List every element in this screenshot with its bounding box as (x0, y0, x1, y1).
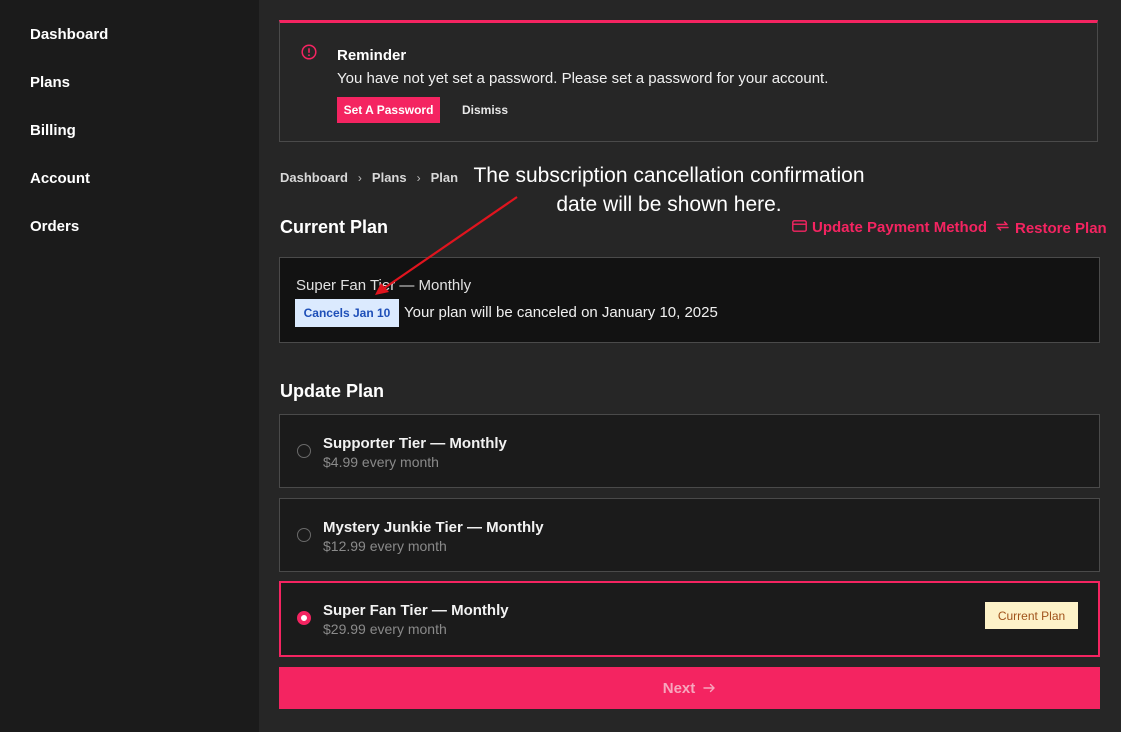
breadcrumb-plan[interactable]: Plan (431, 170, 458, 185)
credit-card-icon (792, 219, 812, 236)
breadcrumb-dashboard[interactable]: Dashboard (280, 170, 348, 185)
plan-option-super-fan[interactable]: Super Fan Tier — Monthly $29.99 every mo… (279, 581, 1100, 657)
restore-plan-link[interactable]: Restore Plan (995, 219, 1107, 237)
restore-plan-label: Restore Plan (1015, 219, 1107, 237)
sidebar-item-account[interactable]: Account (30, 170, 90, 187)
reminder-message: You have not yet set a password. Please … (337, 70, 829, 87)
cancel-message: Your plan will be canceled on January 10… (404, 304, 718, 321)
plan-option-mystery-junkie[interactable]: Mystery Junkie Tier — Monthly $12.99 eve… (279, 498, 1100, 572)
plan-option-name: Mystery Junkie Tier — Monthly (323, 519, 544, 536)
update-payment-method-link[interactable]: Update Payment Method (792, 219, 987, 236)
breadcrumb-plans[interactable]: Plans (372, 170, 407, 185)
info-circle-icon (301, 44, 317, 60)
plan-option-name: Supporter Tier — Monthly (323, 435, 507, 452)
radio-button[interactable] (297, 444, 311, 458)
breadcrumb: Dashboard › Plans › Plan (280, 170, 458, 185)
main-content: Reminder You have not yet set a password… (259, 0, 1121, 732)
dismiss-button[interactable]: Dismiss (454, 97, 516, 123)
annotation-line-2: date will be shown here. (556, 193, 782, 216)
current-plan-card: Super Fan Tier — Monthly Cancels Jan 10 … (279, 257, 1100, 343)
update-plan-title: Update Plan (280, 381, 385, 401)
annotation-callout: The subscription cancellation confirmati… (459, 161, 879, 219)
update-payment-method-label: Update Payment Method (812, 219, 988, 236)
sidebar-item-plans[interactable]: Plans (30, 74, 70, 91)
chevron-right-icon: › (416, 170, 421, 185)
sidebar: Dashboard Plans Billing Account Orders (0, 0, 259, 732)
refresh-arrows-icon (995, 219, 1015, 237)
set-password-button[interactable]: Set A Password (337, 97, 440, 123)
cancels-badge: Cancels Jan 10 (295, 299, 399, 327)
current-plan-title: Current Plan (280, 217, 389, 237)
arrow-right-icon (695, 680, 716, 697)
next-button-label: Next (662, 679, 696, 697)
sidebar-item-billing[interactable]: Billing (30, 122, 76, 139)
radio-button[interactable] (297, 528, 311, 542)
annotation-line-1: The subscription cancellation confirmati… (473, 164, 865, 187)
current-plan-tag: Current Plan (985, 602, 1078, 629)
plan-option-price: $29.99 every month (323, 621, 447, 637)
plan-option-price: $12.99 every month (323, 538, 447, 554)
next-button[interactable]: Next (279, 667, 1100, 709)
chevron-right-icon: › (357, 170, 362, 185)
plan-option-price: $4.99 every month (323, 454, 439, 470)
plan-option-name: Super Fan Tier — Monthly (323, 602, 509, 619)
current-plan-name: Super Fan Tier — Monthly (296, 277, 472, 294)
sidebar-item-orders[interactable]: Orders (30, 218, 79, 235)
reminder-title: Reminder (337, 47, 407, 64)
radio-button-selected[interactable] (297, 611, 311, 625)
reminder-banner: Reminder You have not yet set a password… (279, 20, 1098, 142)
sidebar-item-dashboard[interactable]: Dashboard (30, 26, 108, 43)
plan-option-supporter[interactable]: Supporter Tier — Monthly $4.99 every mon… (279, 414, 1100, 488)
